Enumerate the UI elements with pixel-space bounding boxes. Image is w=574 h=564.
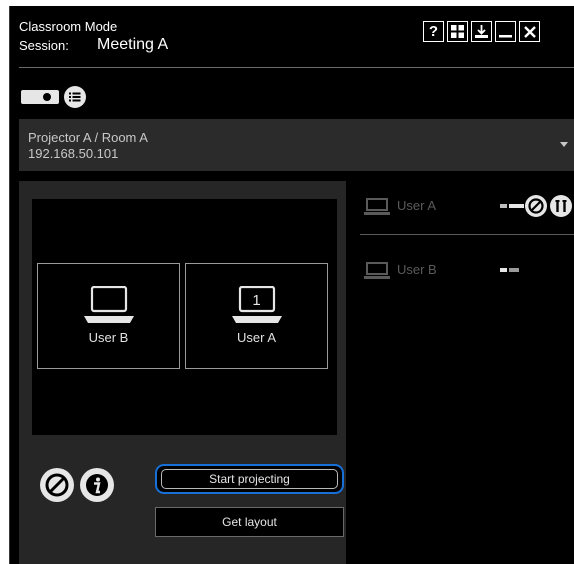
projector-name: Projector A / Room A bbox=[28, 130, 148, 145]
app-title: Classroom Mode bbox=[19, 19, 118, 34]
session-label: Session: bbox=[19, 38, 69, 53]
laptop-icon bbox=[364, 198, 390, 215]
signal-icon bbox=[500, 204, 524, 208]
help-button[interactable]: ? bbox=[423, 21, 444, 42]
signal-icon bbox=[500, 268, 519, 272]
slot-number: 1 bbox=[252, 292, 261, 309]
title-bar: Classroom Mode Session: Meeting A ? bbox=[10, 6, 574, 66]
prohibit-icon[interactable] bbox=[525, 195, 547, 217]
tools-icon[interactable] bbox=[550, 195, 572, 217]
layout-panel: User B 1 User A Start projecting Get lay… bbox=[19, 181, 346, 564]
layout-preview: User B 1 User A bbox=[32, 199, 337, 435]
get-layout-button[interactable]: Get layout bbox=[155, 507, 344, 537]
layout-slot-user-b[interactable]: User B bbox=[37, 263, 180, 369]
laptop-icon bbox=[364, 262, 390, 279]
close-icon bbox=[523, 25, 536, 38]
layout-slot-user-a[interactable]: 1 User A bbox=[185, 263, 328, 369]
close-button[interactable] bbox=[519, 21, 540, 42]
user-name: User B bbox=[397, 262, 437, 277]
prohibit-icon bbox=[45, 473, 69, 497]
chevron-down-icon bbox=[560, 142, 568, 147]
user-divider bbox=[360, 234, 574, 235]
user-name: User A bbox=[397, 198, 437, 213]
projector-icon[interactable] bbox=[21, 88, 59, 106]
grid-button[interactable] bbox=[447, 21, 468, 42]
laptop-icon bbox=[84, 286, 134, 323]
minimize-button[interactable] bbox=[495, 21, 516, 42]
info-button[interactable] bbox=[80, 468, 114, 502]
question-icon: ? bbox=[428, 23, 439, 40]
info-icon bbox=[86, 474, 108, 496]
session-name: Meeting A bbox=[97, 36, 169, 53]
classroom-window: Classroom Mode Session: Meeting A ? Proj… bbox=[9, 6, 574, 564]
projector-select[interactable]: Projector A / Room A 192.168.50.101 bbox=[19, 119, 574, 171]
download-icon bbox=[475, 25, 488, 38]
user-row-a[interactable]: User A bbox=[360, 189, 574, 235]
start-projecting-label: Start projecting bbox=[209, 472, 290, 486]
download-button[interactable] bbox=[471, 21, 492, 42]
minimize-icon bbox=[499, 35, 512, 38]
slot-label: User A bbox=[236, 330, 276, 345]
get-layout-label: Get layout bbox=[222, 515, 277, 529]
list-icon[interactable] bbox=[64, 86, 86, 108]
grid-icon bbox=[451, 25, 464, 38]
title-divider bbox=[19, 67, 574, 68]
stop-projecting-button[interactable] bbox=[40, 468, 74, 502]
user-row-b[interactable]: User B bbox=[360, 253, 574, 293]
projector-ip: 192.168.50.101 bbox=[28, 146, 119, 161]
start-projecting-button[interactable]: Start projecting bbox=[155, 464, 344, 494]
slot-label: User B bbox=[88, 330, 129, 345]
